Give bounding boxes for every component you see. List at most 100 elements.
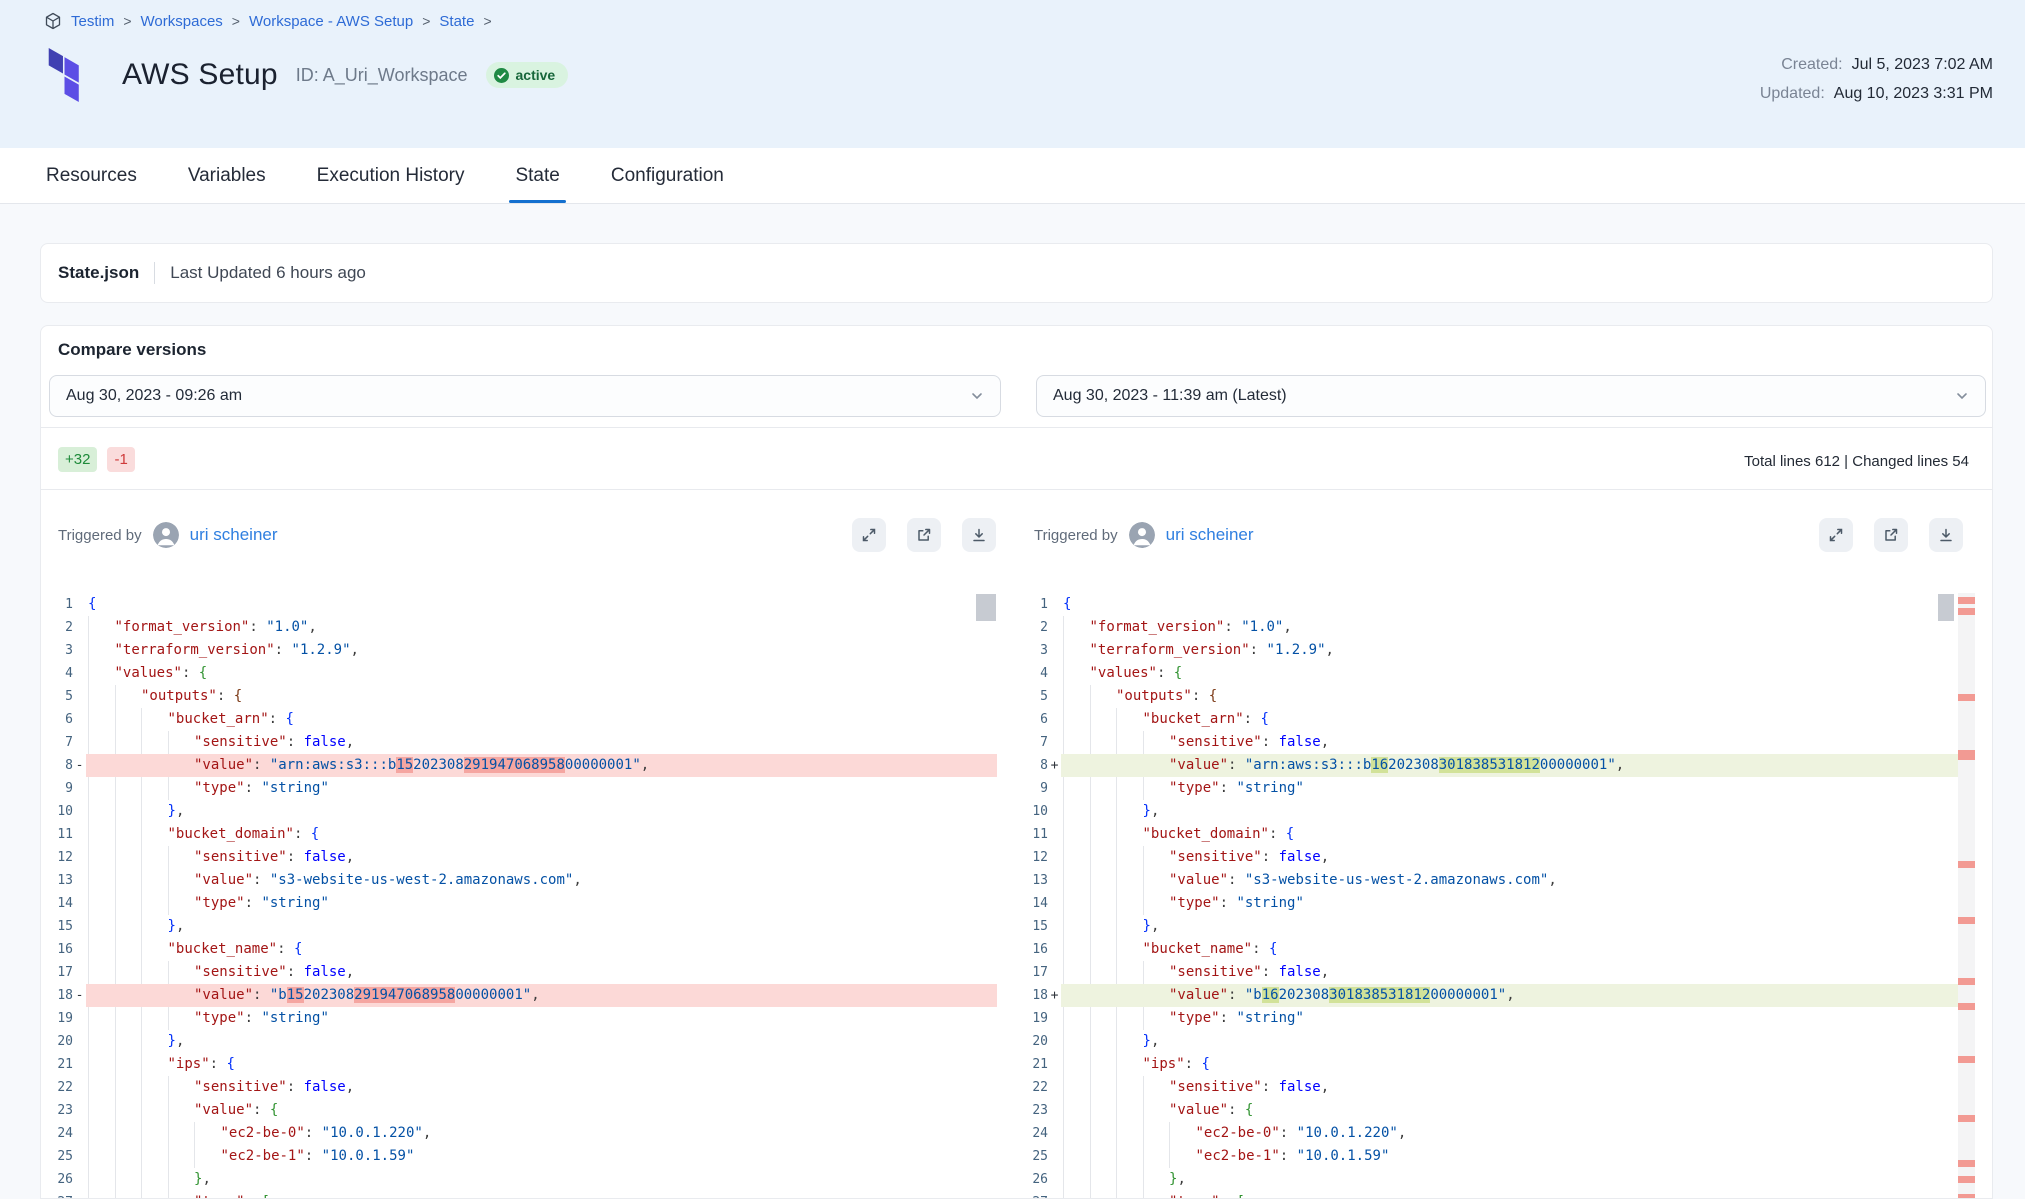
line-number: 14 bbox=[1016, 892, 1048, 915]
avatar bbox=[153, 522, 179, 548]
tab-configuration[interactable]: Configuration bbox=[611, 148, 724, 203]
code-line-5: 5 "outputs": { bbox=[41, 685, 997, 708]
download-button[interactable] bbox=[962, 518, 996, 552]
code-content: "ips": { bbox=[86, 1053, 997, 1076]
tab-variables[interactable]: Variables bbox=[188, 148, 266, 203]
line-number: 19 bbox=[1016, 1007, 1048, 1030]
indent-guide bbox=[1090, 915, 1091, 938]
code-content: "ec2-be-0": "10.0.1.220", bbox=[1061, 1122, 1975, 1145]
indent-guide bbox=[1090, 892, 1091, 915]
status-badge: active bbox=[486, 62, 569, 88]
diff-overview-ruler[interactable] bbox=[1958, 593, 1975, 1199]
code-line-2: 2"format_version": "1.0", bbox=[41, 616, 997, 639]
tab-resources[interactable]: Resources bbox=[46, 148, 137, 203]
code-content: "value": "arn:aws:s3:::b1520230829194706… bbox=[86, 754, 997, 777]
code-content: "outputs": { bbox=[86, 685, 997, 708]
marker bbox=[73, 616, 86, 639]
line-number: 24 bbox=[1016, 1122, 1048, 1145]
download-button[interactable] bbox=[1929, 518, 1963, 552]
indent-guide bbox=[1143, 1191, 1144, 1199]
expand-button[interactable] bbox=[1819, 518, 1853, 552]
line-number: 11 bbox=[41, 823, 73, 846]
breadcrumb-separator: > bbox=[232, 13, 240, 29]
code-content: }, bbox=[86, 1030, 997, 1053]
line-number: 23 bbox=[41, 1099, 73, 1122]
indent-guide bbox=[88, 731, 89, 754]
diff-card: Compare versions Aug 30, 2023 - 09:26 am… bbox=[40, 325, 1993, 1199]
indent-guide bbox=[1063, 869, 1064, 892]
line-number: 27 bbox=[1016, 1191, 1048, 1199]
marker bbox=[1048, 1122, 1061, 1145]
code-line-12: 12"sensitive": false, bbox=[41, 846, 997, 869]
breadcrumb-link-state[interactable]: State bbox=[439, 13, 474, 30]
version-select-right[interactable]: Aug 30, 2023 - 11:39 am (Latest) bbox=[1036, 375, 1986, 417]
box-icon bbox=[44, 12, 62, 30]
line-number: 1 bbox=[1016, 593, 1048, 616]
breadcrumb-link-workspace-aws-setup[interactable]: Workspace - AWS Setup bbox=[249, 13, 413, 30]
code-content: "value": { bbox=[1061, 1099, 1975, 1122]
indent-guide bbox=[1116, 1076, 1117, 1099]
scrollbar-thumb[interactable] bbox=[1938, 594, 1954, 621]
indent-guide bbox=[168, 731, 169, 754]
marker bbox=[1048, 639, 1061, 662]
line-number: 8 bbox=[41, 754, 73, 777]
code-line-14: 14"type": "string" bbox=[1016, 892, 1975, 915]
indent-guide bbox=[1116, 869, 1117, 892]
indent-guide bbox=[1143, 961, 1144, 984]
indent-guide bbox=[1090, 846, 1091, 869]
line-number: 25 bbox=[1016, 1145, 1048, 1168]
code-content: }, bbox=[1061, 1168, 1975, 1191]
line-number: 9 bbox=[1016, 777, 1048, 800]
marker bbox=[73, 639, 86, 662]
code-line-16: 16"bucket_name": { bbox=[41, 938, 997, 961]
line-number: 7 bbox=[1016, 731, 1048, 754]
indent-guide bbox=[88, 639, 89, 662]
breadcrumb-link-testim[interactable]: Testim bbox=[71, 13, 114, 30]
divider bbox=[41, 489, 1992, 490]
open-external-button[interactable] bbox=[907, 518, 941, 552]
triggered-by-label: Triggered by bbox=[58, 527, 142, 544]
triggered-by-user-link[interactable]: uri scheiner bbox=[190, 525, 278, 545]
code-line-19: 19"type": "string" bbox=[1016, 1007, 1975, 1030]
indent-guide bbox=[1116, 1122, 1117, 1145]
triggered-by-label: Triggered by bbox=[1034, 527, 1118, 544]
version-select-left[interactable]: Aug 30, 2023 - 09:26 am bbox=[49, 375, 1001, 417]
marker bbox=[1048, 869, 1061, 892]
indent-guide bbox=[1169, 1145, 1170, 1168]
indent-guide bbox=[141, 731, 142, 754]
indent-guide bbox=[141, 938, 142, 961]
marker bbox=[1048, 1076, 1061, 1099]
marker bbox=[1048, 1030, 1061, 1053]
line-number: 17 bbox=[1016, 961, 1048, 984]
code-content: "bucket_arn": { bbox=[86, 708, 997, 731]
code-line-7: 7"sensitive": false, bbox=[1016, 731, 1975, 754]
indent-guide bbox=[168, 1099, 169, 1122]
marker bbox=[73, 892, 86, 915]
line-number: 5 bbox=[41, 685, 73, 708]
indent-guide bbox=[1063, 1007, 1064, 1030]
indent-guide bbox=[88, 1145, 89, 1168]
expand-button[interactable] bbox=[852, 518, 886, 552]
marker bbox=[1048, 777, 1061, 800]
code-line-23: 23"value": { bbox=[1016, 1099, 1975, 1122]
scrollbar-thumb[interactable] bbox=[976, 594, 996, 621]
code-content: "sensitive": false, bbox=[86, 846, 997, 869]
indent-guide bbox=[1063, 1030, 1064, 1053]
indent-guide bbox=[115, 708, 116, 731]
breadcrumb-link-workspaces[interactable]: Workspaces bbox=[141, 13, 223, 30]
triggered-by-user-link[interactable]: uri scheiner bbox=[1166, 525, 1254, 545]
open-external-button[interactable] bbox=[1874, 518, 1908, 552]
version-select-left-value: Aug 30, 2023 - 09:26 am bbox=[66, 387, 242, 405]
code-line-9: 9"type": "string" bbox=[1016, 777, 1975, 800]
tab-state[interactable]: State bbox=[515, 148, 559, 203]
diff-marker bbox=[1958, 1056, 1975, 1063]
indent-guide bbox=[1090, 1145, 1091, 1168]
marker bbox=[73, 1030, 86, 1053]
indent-guide bbox=[1063, 639, 1064, 662]
indent-guide bbox=[115, 1007, 116, 1030]
line-number: 20 bbox=[1016, 1030, 1048, 1053]
indent-guide bbox=[1116, 800, 1117, 823]
line-number: 20 bbox=[41, 1030, 73, 1053]
tab-execution-history[interactable]: Execution History bbox=[317, 148, 465, 203]
marker bbox=[73, 1076, 86, 1099]
